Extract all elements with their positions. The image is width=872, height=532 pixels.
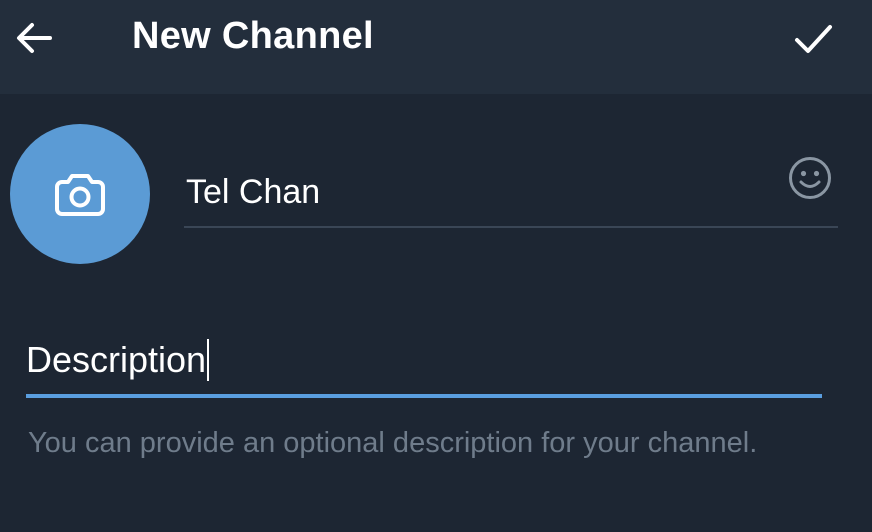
description-input[interactable]: Description: [26, 338, 210, 382]
text-cursor: [207, 339, 210, 381]
arrow-left-icon: [17, 23, 52, 53]
description-field[interactable]: Description: [26, 328, 822, 398]
create-channel-button[interactable]: [786, 12, 840, 66]
app-bar: New Channel: [0, 0, 872, 94]
emoji-button[interactable]: [786, 154, 834, 202]
description-text: Description: [26, 339, 207, 380]
description-hint: You can provide an optional description …: [28, 427, 758, 459]
camera-icon: [55, 174, 105, 216]
page-title: New Channel: [132, 15, 374, 57]
smiley-face-icon: [789, 157, 831, 199]
checkmark-icon: [795, 25, 832, 53]
back-button[interactable]: [10, 14, 58, 62]
channel-name-input[interactable]: Tel Chan: [186, 172, 320, 212]
channel-photo-button[interactable]: [10, 124, 150, 264]
channel-name-field[interactable]: Tel Chan: [184, 160, 838, 228]
